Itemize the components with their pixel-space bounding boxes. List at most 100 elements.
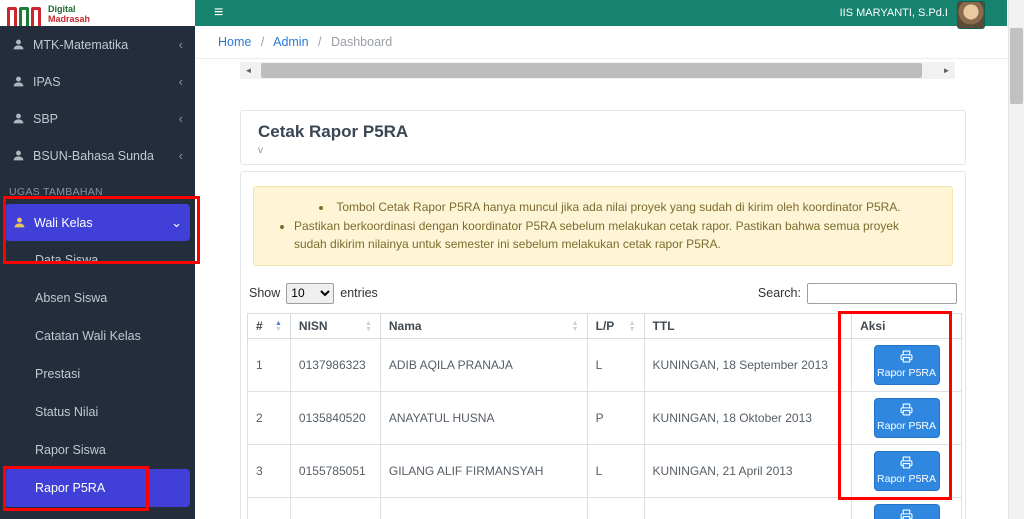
sidebar-item-prestasi[interactable]: Prestasi xyxy=(0,355,195,393)
brand-header[interactable]: Digital Madrasah xyxy=(0,0,195,26)
table-header-nama[interactable]: Nama ▲ ▼ xyxy=(379,312,588,339)
cell-lp: P xyxy=(586,496,645,519)
table-card: Tombol Cetak Rapor P5RA hanya muncul jik… xyxy=(240,171,966,519)
notice-bullet: Pastikan berkoordinasi dengan koordinato… xyxy=(294,217,926,254)
horizontal-scrollbar-track[interactable] xyxy=(257,62,938,79)
rapor-p5ra-button[interactable]: Rapor P5RA xyxy=(873,450,940,491)
sidebar-item-mtk-matematika[interactable]: MTK-Matematika ‹ xyxy=(0,26,195,63)
sidebar-item-label: SBP xyxy=(33,111,59,126)
user-name: IIS MARYANTI, S.Pd.I xyxy=(839,7,948,19)
cell-nisn: 0137986323 xyxy=(289,337,381,392)
cell-ttl: KUNINGAN, 18 Oktober 2013 xyxy=(643,390,853,445)
cell-no: 3 xyxy=(247,443,291,498)
cell-lp: P xyxy=(586,390,645,445)
cell-nisn: 0135840520 xyxy=(289,390,381,445)
sidebar-item-rapor-siswa[interactable]: Rapor Siswa xyxy=(0,431,195,469)
sidebar-section-header: UGAS TAMBAHAN xyxy=(9,186,103,198)
sort-icon: ▲ ▼ xyxy=(628,319,636,333)
table-header-lp[interactable]: L/P ▲ ▼ xyxy=(586,312,645,339)
chevron-left-icon: ‹ xyxy=(178,111,183,126)
table-row: 1 0137986323 ADIB AQILA PRANAJA L KUNING… xyxy=(247,337,962,392)
page-size-select[interactable]: 10 xyxy=(286,282,335,304)
breadcrumb: Home / Admin / Dashboard xyxy=(218,35,392,49)
cell-nisn: 0155785051 xyxy=(289,443,381,498)
show-label: Show xyxy=(249,286,281,301)
breadcrumb-separator: / xyxy=(260,35,265,49)
class-icon xyxy=(12,38,25,51)
sidebar-item-ipas[interactable]: IPAS ‹ xyxy=(0,63,195,100)
table-header-nisn[interactable]: NISN ▲ ▼ xyxy=(289,312,381,339)
sidebar: Digital Madrasah MTK-Matematika ‹ IPAS ‹… xyxy=(0,0,195,519)
sort-icon: ▲ ▼ xyxy=(364,319,372,333)
sort-icon: ▲ ▼ xyxy=(274,319,282,333)
sidebar-item-label: Rapor Siswa xyxy=(35,443,106,457)
class-icon xyxy=(12,112,25,125)
search-input[interactable] xyxy=(807,282,957,304)
sidebar-item-label: Status Nilai xyxy=(35,405,99,419)
cell-nama: ADIB AQILA PRANAJA xyxy=(379,337,588,392)
printer-icon xyxy=(900,509,913,519)
printer-icon xyxy=(900,350,913,366)
table-row: 3 0155785051 GILANG ALIF FIRMANSYAH L KU… xyxy=(247,443,962,498)
brand-text: Digital Madrasah xyxy=(48,4,90,24)
sidebar-item-rapor-p5ra[interactable]: Rapor P5RA xyxy=(5,469,190,507)
scroll-left-button[interactable]: ◄ xyxy=(240,62,257,79)
breadcrumb-home-link[interactable]: Home xyxy=(218,35,251,49)
breadcrumb-bar: Home / Admin / Dashboard xyxy=(195,26,1008,59)
cell-nama: ANAYATUL HUSNA xyxy=(379,390,588,445)
cell-nama: GILANG ALIF FIRMANSYAH xyxy=(379,443,588,498)
horizontal-scrollbar-thumb[interactable] xyxy=(261,63,922,78)
horizontal-scrollbar[interactable]: ◄ ► xyxy=(240,62,955,79)
breadcrumb-separator: / xyxy=(318,35,322,49)
breadcrumb-admin-link[interactable]: Admin xyxy=(273,35,308,49)
rapor-p5ra-button[interactable]: Rapor P5RA xyxy=(873,344,940,385)
page-subtitle: v xyxy=(258,145,263,156)
sidebar-item-label: IPAS xyxy=(33,74,61,89)
info-notice: Tombol Cetak Rapor P5RA hanya muncul jik… xyxy=(253,186,953,266)
cell-no: 2 xyxy=(247,390,291,445)
brand-line1: Digital xyxy=(48,4,76,14)
rapor-p5ra-button[interactable]: Rapor P5RA xyxy=(873,397,940,438)
sidebar-item-label: Data Siswa xyxy=(35,253,99,267)
vertical-scrollbar[interactable] xyxy=(1008,0,1024,519)
cell-ttl: KUNINGAN, 21 April 2013 xyxy=(643,443,853,498)
sidebar-item-absen-siswa[interactable]: Absen Siswa xyxy=(0,279,195,317)
sidebar-item-bsun-bahasa-sunda[interactable]: BSUN-Bahasa Sunda ‹ xyxy=(0,137,195,174)
vertical-scrollbar-thumb[interactable] xyxy=(1010,28,1023,104)
person-icon xyxy=(13,216,26,229)
brand-logo xyxy=(7,7,41,26)
breadcrumb-current: Dashboard xyxy=(331,35,393,49)
sidebar-item-label: Rapor P5RA xyxy=(35,481,106,495)
main-content: ◄ ► Cetak Rapor P5RA v Tombol Cetak Rapo… xyxy=(195,59,1008,519)
sidebar-item-catatan-wali-kelas[interactable]: Catatan Wali Kelas xyxy=(0,317,195,355)
sidebar-item-label: Catatan Wali Kelas xyxy=(35,329,141,343)
entries-label: entries xyxy=(340,286,378,301)
search-control: Search: xyxy=(757,282,957,304)
sidebar-item-sbp[interactable]: SBP ‹ xyxy=(0,100,195,137)
table-header-no[interactable]: # ▲ ▼ xyxy=(247,312,291,339)
cell-ttl: KUNINGAN, 04 September 2013 xyxy=(643,496,853,519)
scroll-right-button[interactable]: ► xyxy=(938,62,955,79)
cell-lp: L xyxy=(586,337,645,392)
rapor-p5ra-button[interactable]: Rapor P5RA xyxy=(873,503,940,519)
table-controls: Show 10 entries Search: xyxy=(249,282,957,304)
table-header-ttl[interactable]: TTL xyxy=(643,312,853,339)
table-header-aksi: Aksi xyxy=(851,312,962,339)
chevron-left-icon: ‹ xyxy=(178,148,183,163)
chevron-left-icon: ‹ xyxy=(178,74,183,89)
notice-bullet: Tombol Cetak Rapor P5RA hanya muncul jik… xyxy=(294,198,926,217)
user-avatar[interactable] xyxy=(957,1,985,29)
cell-nisn: 3130482111 xyxy=(289,496,381,519)
topbar-user-area[interactable]: IIS MARYANTI, S.Pd.I xyxy=(840,0,985,29)
printer-icon xyxy=(900,403,913,419)
sidebar-item-data-siswa[interactable]: Data Siswa xyxy=(0,241,195,279)
cell-no: 4 xyxy=(247,496,291,519)
sidebar-item-label: MTK-Matematika xyxy=(33,37,129,52)
title-card: Cetak Rapor P5RA v xyxy=(240,110,966,165)
sidebar-item-status-nilai[interactable]: Status Nilai xyxy=(0,393,195,431)
brand-line2: Madrasah xyxy=(48,14,91,24)
cell-ttl: KUNINGAN, 18 September 2013 xyxy=(643,337,853,392)
hamburger-menu-icon[interactable]: ≡ xyxy=(214,5,223,21)
search-label: Search: xyxy=(757,286,801,301)
sidebar-item-wali-kelas[interactable]: Wali Kelas ⌄ xyxy=(5,204,190,241)
